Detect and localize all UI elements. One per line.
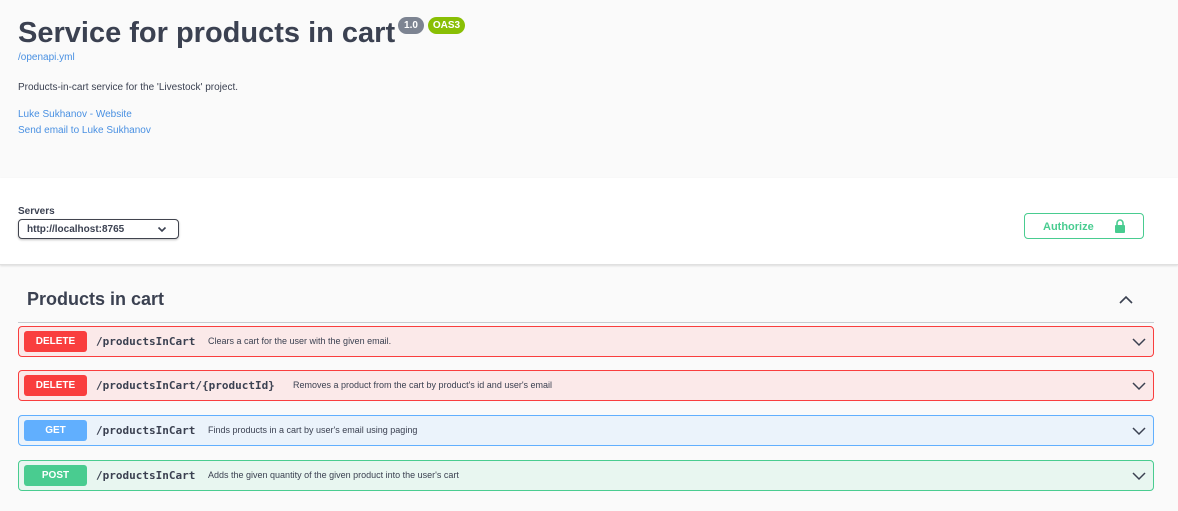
api-info: Service for products in cart 1.0 OAS3 /o… (0, 0, 1178, 178)
servers-selected-value: http://localhost:8765 (27, 224, 125, 235)
method-badge: GET (24, 420, 87, 441)
chevron-down-icon[interactable] (1132, 469, 1146, 483)
operation-path: /productsInCart/{productId} (96, 379, 275, 392)
authorize-button[interactable]: Authorize (1024, 213, 1144, 239)
operation-summary: Clears a cart for the user with the give… (208, 336, 392, 346)
operation-post-products-in-cart[interactable]: POST /productsInCart Adds the given quan… (18, 460, 1154, 491)
method-badge: DELETE (24, 375, 87, 396)
page-title: Service for products in cart (18, 17, 396, 49)
operation-summary: Removes a product from the cart by produ… (293, 380, 553, 390)
method-badge: DELETE (24, 331, 87, 352)
tag-title: Products in cart (27, 289, 165, 309)
contact-email-link[interactable]: Send email to Luke Sukhanov (18, 125, 151, 136)
lock-icon (1115, 219, 1125, 233)
chevron-down-icon[interactable] (1132, 424, 1146, 438)
operation-get-products-in-cart[interactable]: GET /productsInCart Finds products in a … (18, 415, 1154, 446)
operation-path: /productsInCart (96, 424, 196, 437)
servers-select[interactable]: http://localhost:8765 (18, 219, 179, 239)
operation-path: /productsInCart (96, 469, 196, 482)
oas-badge: OAS3 (428, 17, 465, 34)
tag-section-header[interactable]: Products in cart (18, 280, 1154, 323)
chevron-up-icon[interactable] (1118, 292, 1134, 308)
operation-summary: Adds the given quantity of the given pro… (208, 470, 459, 480)
spec-file-link[interactable]: /openapi.yml (18, 52, 75, 63)
api-description: Products-in-cart service for the 'Livest… (18, 82, 239, 93)
scheme-container: Servers http://localhost:8765 Authorize (0, 178, 1178, 265)
operation-delete-product-by-id[interactable]: DELETE /productsInCart/{productId} Remov… (18, 370, 1154, 401)
method-badge: POST (24, 465, 87, 486)
operation-delete-products-in-cart[interactable]: DELETE /productsInCart Clears a cart for… (18, 326, 1154, 357)
operation-summary: Finds products in a cart by user's email… (208, 425, 418, 435)
version-badge: 1.0 (398, 17, 424, 34)
operation-path: /productsInCart (96, 335, 196, 348)
chevron-down-icon[interactable] (1132, 379, 1146, 393)
servers-label: Servers (18, 206, 55, 217)
contact-website-link[interactable]: Luke Sukhanov - Website (18, 109, 132, 120)
chevron-down-icon[interactable] (1132, 335, 1146, 349)
chevron-down-icon (157, 226, 167, 233)
authorize-label: Authorize (1043, 221, 1094, 233)
